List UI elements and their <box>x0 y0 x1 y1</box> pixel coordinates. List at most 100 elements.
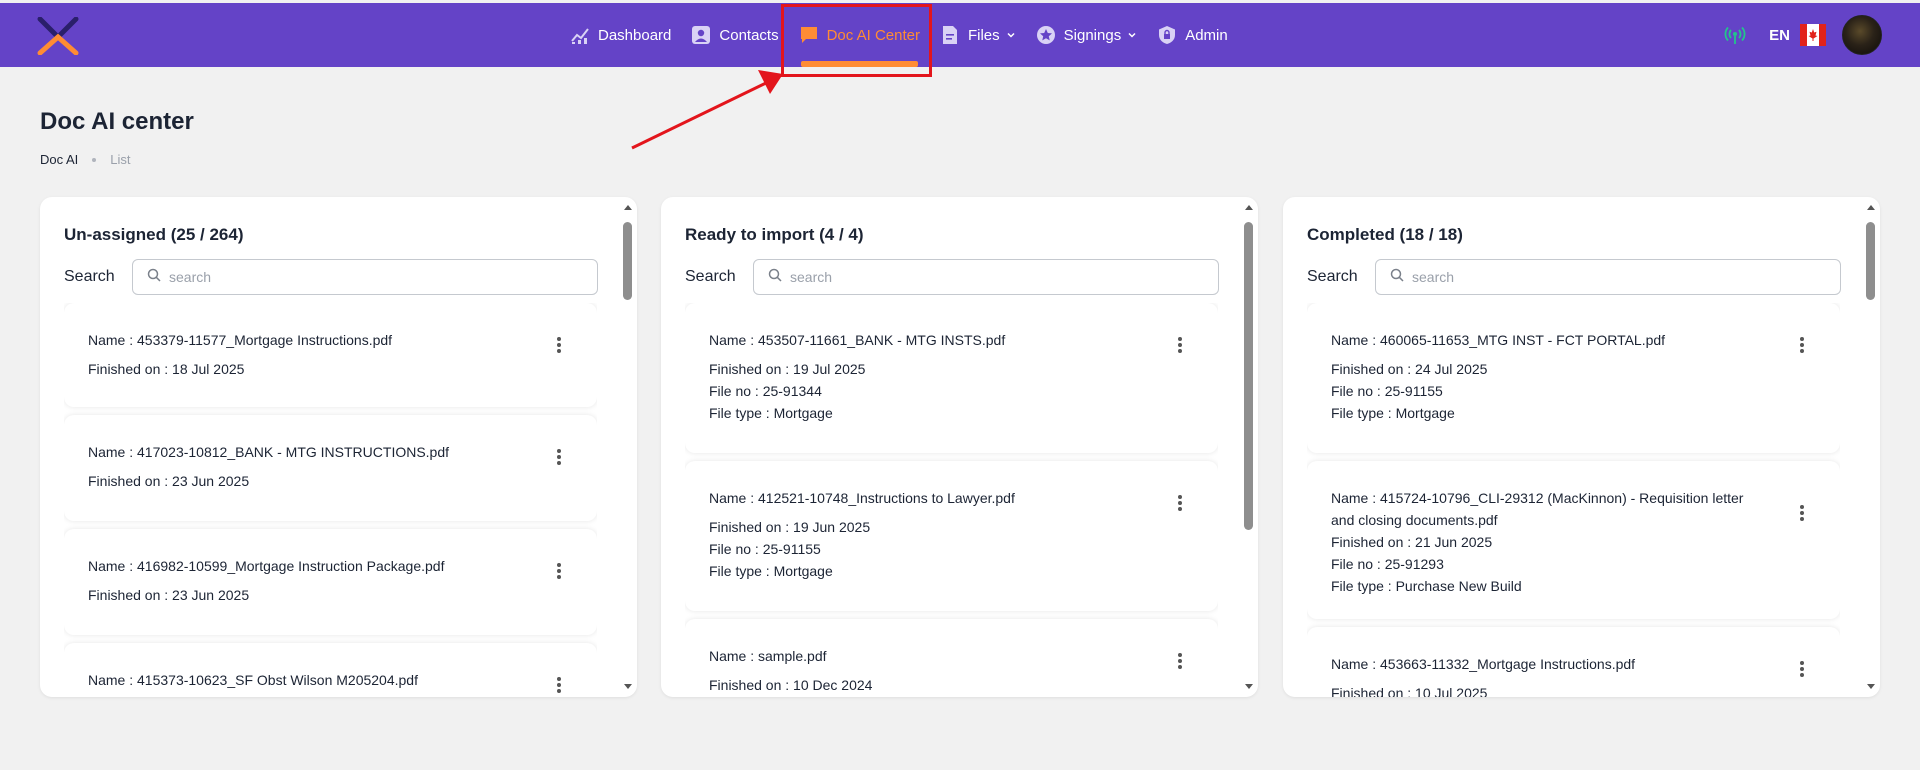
nav-dashboard[interactable]: Dashboard <box>560 3 681 67</box>
app-logo[interactable] <box>36 16 80 56</box>
card-finished: Finished on : 18 Jul 2025 <box>88 361 245 377</box>
search-input[interactable] <box>169 269 569 285</box>
nav-label: Admin <box>1185 26 1228 44</box>
nav-label: Files <box>967 26 1000 44</box>
document-card[interactable]: Name : 415373-10623_SF Obst Wilson M2052… <box>64 643 597 697</box>
card-file-type: File type : Purchase New Build <box>1331 578 1522 594</box>
more-options-icon[interactable] <box>1178 653 1182 671</box>
card-name: Name : 415373-10623_SF Obst Wilson M2052… <box>88 672 418 688</box>
scroll-down-arrow[interactable] <box>1245 684 1253 689</box>
card-name: Name : 453379-11577_Mortgage Instruction… <box>88 332 393 348</box>
search-icon <box>768 268 782 287</box>
vertical-scrollbar[interactable] <box>1866 205 1876 689</box>
search-box[interactable] <box>753 259 1219 295</box>
search-input[interactable] <box>1412 269 1812 285</box>
card-finished: Finished on : 21 Jun 2025 <box>1331 534 1493 550</box>
card-finished: Finished on : 19 Jul 2025 <box>709 361 866 377</box>
scroll-down-arrow[interactable] <box>624 684 632 689</box>
more-options-icon[interactable] <box>1178 495 1182 513</box>
document-card[interactable]: Name : sample.pdf Finished on : 10 Dec 2… <box>685 619 1218 697</box>
language-selector[interactable]: EN <box>1769 27 1790 44</box>
card-name: Name : 453663-11332_Mortgage Instruction… <box>1331 656 1636 672</box>
search-box[interactable] <box>1375 259 1841 295</box>
nav-signings[interactable]: Signings <box>1026 3 1148 67</box>
card-finished: Finished on : 10 Dec 2024 <box>709 677 873 693</box>
card-name: Name : sample.pdf <box>709 648 827 664</box>
column-unassigned: Un-assigned (25 / 264) Search Name : 453… <box>40 197 637 697</box>
more-options-icon[interactable] <box>1800 505 1804 523</box>
search-row: Search <box>1307 259 1841 295</box>
broadcast-signal-icon[interactable] <box>1723 23 1747 47</box>
scroll-thumb[interactable] <box>1244 222 1253 530</box>
search-label: Search <box>1307 268 1358 285</box>
search-row: Search <box>685 259 1219 295</box>
annotation-arrow <box>631 70 783 150</box>
search-input[interactable] <box>790 269 1190 285</box>
document-card[interactable]: Name : 453507-11661_BANK - MTG INSTS.pdf… <box>685 303 1218 453</box>
card-name: Name : 460065-11653_MTG INST - FCT PORTA… <box>1331 332 1666 348</box>
document-card[interactable]: Name : 417023-10812_BANK - MTG INSTRUCTI… <box>64 415 597 521</box>
card-list: Name : 453379-11577_Mortgage Instruction… <box>64 303 597 697</box>
star-badge-icon <box>1036 25 1056 45</box>
nav-admin[interactable]: Admin <box>1147 3 1238 67</box>
breadcrumb-current: List <box>110 152 131 167</box>
card-file-type: File type : Mortgage <box>709 563 833 579</box>
column-title: Un-assigned (25 / 264) <box>64 225 244 244</box>
search-label: Search <box>64 268 115 285</box>
card-finished: Finished on : 19 Jun 2025 <box>709 519 871 535</box>
document-card[interactable]: Name : 453663-11332_Mortgage Instruction… <box>1307 627 1840 697</box>
lock-icon <box>1157 25 1177 45</box>
page-title: Doc AI center <box>40 108 194 135</box>
column-title: Completed (18 / 18) <box>1307 225 1463 244</box>
more-options-icon[interactable] <box>557 449 561 467</box>
scroll-thumb[interactable] <box>1866 222 1875 300</box>
column-completed: Completed (18 / 18) Search Name : 460065… <box>1283 197 1880 697</box>
more-options-icon[interactable] <box>557 677 561 695</box>
search-label: Search <box>685 268 736 285</box>
nav-files[interactable]: Files <box>930 3 1026 67</box>
header-right: EN <box>1723 3 1882 67</box>
more-options-icon[interactable] <box>1178 337 1182 355</box>
scroll-thumb[interactable] <box>623 222 632 300</box>
card-name: Name : 416982-10599_Mortgage Instruction… <box>88 558 445 574</box>
chevron-down-icon <box>1127 30 1137 40</box>
card-file-type: File type : Mortgage <box>1331 405 1455 421</box>
vertical-scrollbar[interactable] <box>623 205 633 689</box>
card-finished: Finished on : 23 Jun 2025 <box>88 587 250 603</box>
card-file-no: File no : 25-91155 <box>709 541 821 557</box>
document-card[interactable]: Name : 412521-10748_Instructions to Lawy… <box>685 461 1218 611</box>
card-file-no: File no : 25-91155 <box>1331 383 1443 399</box>
search-box[interactable] <box>132 259 598 295</box>
column-title: Ready to import (4 / 4) <box>685 225 864 244</box>
more-options-icon[interactable] <box>557 337 561 355</box>
more-options-icon[interactable] <box>1800 337 1804 355</box>
chart-line-icon <box>570 25 590 45</box>
canada-flag-icon[interactable] <box>1800 24 1826 46</box>
card-name: Name : 453507-11661_BANK - MTG INSTS.pdf <box>709 332 1006 348</box>
scroll-up-arrow[interactable] <box>1867 205 1875 210</box>
chevron-down-icon <box>1006 30 1016 40</box>
scroll-down-arrow[interactable] <box>1867 684 1875 689</box>
breadcrumb-doc-ai[interactable]: Doc AI <box>40 152 78 167</box>
document-card[interactable]: Name : 453379-11577_Mortgage Instruction… <box>64 303 597 407</box>
more-options-icon[interactable] <box>1800 661 1804 679</box>
user-avatar[interactable] <box>1842 15 1882 55</box>
nav-label: Contacts <box>719 26 779 44</box>
card-name: Name : 412521-10748_Instructions to Lawy… <box>709 490 1015 506</box>
document-card[interactable]: Name : 416982-10599_Mortgage Instruction… <box>64 529 597 635</box>
more-options-icon[interactable] <box>557 563 561 581</box>
breadcrumb: Doc AI List <box>40 152 131 167</box>
card-list: Name : 453507-11661_BANK - MTG INSTS.pdf… <box>685 303 1218 697</box>
nav-contacts[interactable]: Contacts <box>681 3 788 67</box>
document-icon <box>940 25 960 45</box>
scroll-up-arrow[interactable] <box>624 205 632 210</box>
search-icon <box>147 268 161 287</box>
document-card[interactable]: Name : 460065-11653_MTG INST - FCT PORTA… <box>1307 303 1840 453</box>
card-file-type: File type : Mortgage <box>709 405 833 421</box>
breadcrumb-separator <box>92 157 97 162</box>
card-file-no: File no : 25-91344 <box>709 383 822 399</box>
scroll-up-arrow[interactable] <box>1245 205 1253 210</box>
vertical-scrollbar[interactable] <box>1244 205 1254 689</box>
document-card[interactable]: Name : 415724-10796_CLI-29312 (MacKinnon… <box>1307 461 1840 619</box>
search-icon <box>1390 268 1404 287</box>
